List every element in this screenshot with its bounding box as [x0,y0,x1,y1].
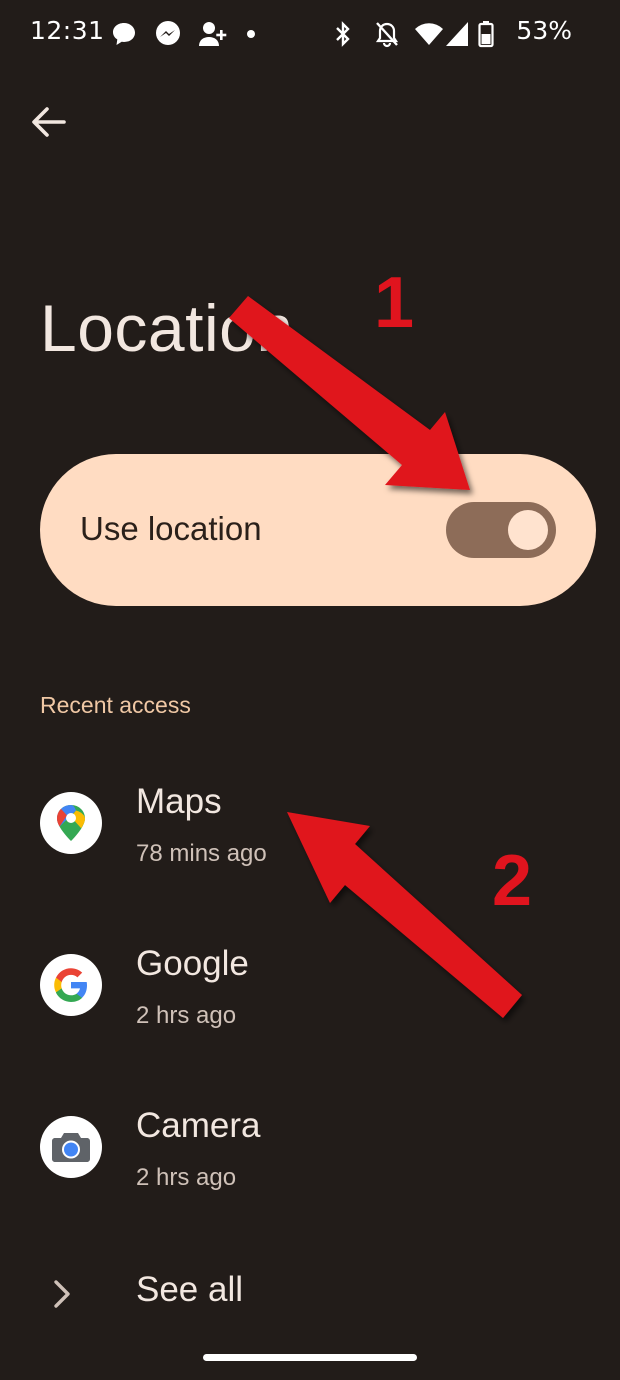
app-name: Google [136,944,249,983]
back-button[interactable] [22,96,74,148]
battery-percent: 53% [516,16,572,45]
app-access-time: 2 hrs ago [136,1002,237,1029]
list-item-camera[interactable]: Camera 2 hrs ago [0,1084,620,1234]
app-access-time: 2 hrs ago [136,1164,237,1191]
messenger-icon [156,21,180,45]
google-maps-icon [40,792,102,854]
see-all-row[interactable]: See all [0,1250,620,1340]
see-all-label: See all [136,1270,244,1309]
recent-access-header: Recent access [40,692,191,718]
back-arrow-icon [32,107,66,137]
chat-icon [113,23,135,45]
signal-icon [446,22,468,46]
annotation-number-1: 1 [374,263,415,343]
app-name: Maps [136,782,222,821]
app-name: Camera [136,1106,261,1145]
list-item-google[interactable]: Google 2 hrs ago [0,922,620,1072]
annotation-number-2: 2 [492,841,533,921]
home-indicator[interactable] [203,1354,417,1361]
status-time: 12:31 [30,16,105,45]
chevron-right-icon [54,1280,70,1308]
dot-icon [247,30,255,38]
toggle-thumb [508,510,548,550]
use-location-label: Use location [80,510,262,547]
battery-icon [478,21,494,48]
camera-icon [40,1116,102,1178]
wifi-icon [415,23,443,45]
status-bar: 12:31 53% [0,0,620,70]
use-location-card[interactable]: Use location [40,454,596,606]
app-access-time: 78 mins ago [136,840,267,867]
add-person-icon [199,22,227,46]
page-title: Location [40,291,294,365]
google-icon [40,954,102,1016]
mute-icon [375,22,399,48]
bluetooth-icon [336,21,350,47]
use-location-toggle[interactable] [446,502,556,558]
